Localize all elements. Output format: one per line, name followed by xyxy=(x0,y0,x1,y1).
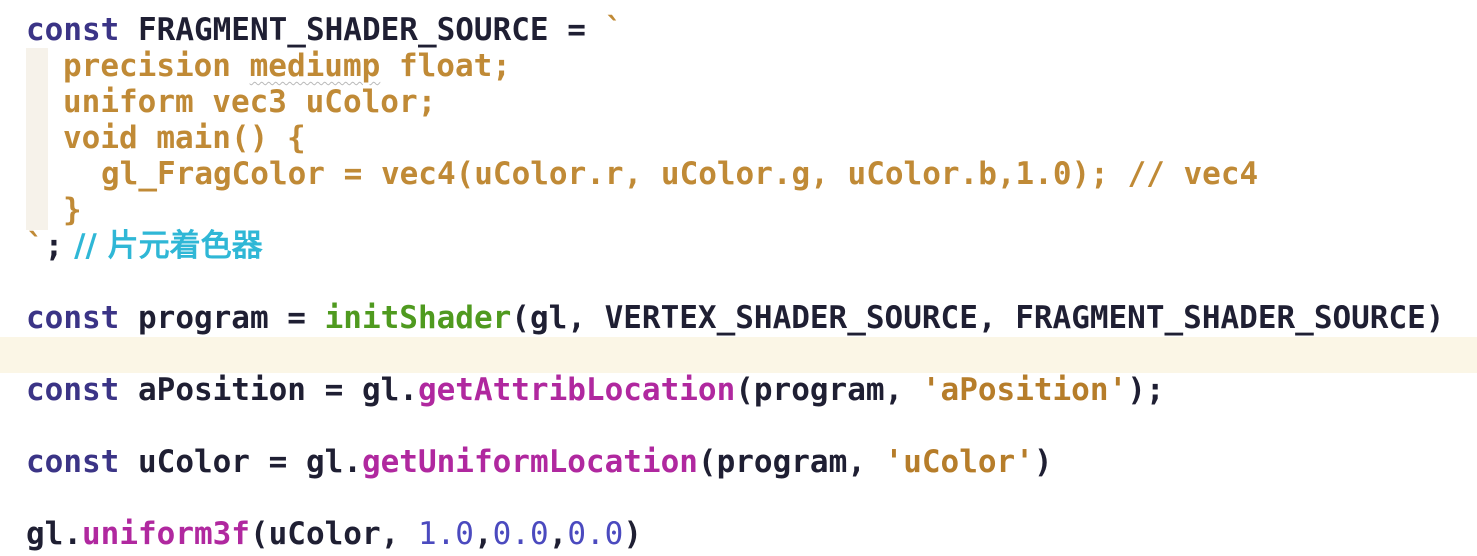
code-line-7[interactable]: `; // 片元着色器 xyxy=(26,228,263,264)
number-literal: 0.0 xyxy=(567,516,624,552)
comma: , xyxy=(548,516,568,552)
template-text: } xyxy=(63,192,82,228)
code-line-5[interactable]: gl_FragColor = vec4(uColor.r, uColor.g, … xyxy=(101,156,1258,192)
code-text: aPosition = gl. xyxy=(119,372,418,408)
method-name: uniform3f xyxy=(82,516,250,552)
template-text: void main() { xyxy=(63,120,306,156)
code-text: (uColor, xyxy=(249,516,418,552)
keyword: const xyxy=(26,372,120,408)
template-text-spellcheck: mediump xyxy=(249,48,381,84)
code-editor[interactable]: const FRAGMENT_SHADER_SOURCE = ` precisi… xyxy=(0,0,1477,556)
code-line-2[interactable]: precision mediump float; xyxy=(63,48,511,84)
code-text: ) xyxy=(1033,444,1053,480)
keyword: const xyxy=(26,444,120,480)
method-name: getAttribLocation xyxy=(417,372,736,408)
code-line-3[interactable]: uniform vec3 uColor; xyxy=(63,84,436,120)
current-line-highlight xyxy=(0,337,1477,373)
code-line-13[interactable]: const uColor = gl.getUniformLocation(pro… xyxy=(26,444,1053,480)
code-line-9[interactable]: const program = initShader(gl, VERTEX_SH… xyxy=(26,300,1444,336)
string-literal: 'aPosition' xyxy=(921,372,1128,408)
code-text: (gl, VERTEX_SHADER_SOURCE, FRAGMENT_SHAD… xyxy=(511,300,1445,336)
code-line-4[interactable]: void main() { xyxy=(63,120,306,156)
template-text: precision xyxy=(63,48,250,84)
template-text: gl_FragColor = vec4(uColor.r, uColor.g, … xyxy=(101,156,1259,192)
keyword: const xyxy=(26,300,120,336)
code-text: ); xyxy=(1127,372,1165,408)
code-line-6[interactable]: } xyxy=(63,192,82,228)
comma: , xyxy=(473,516,493,552)
code-text: (program, xyxy=(735,372,922,408)
code-text: (program, xyxy=(697,444,885,480)
number-literal: 1.0 xyxy=(417,516,474,552)
code-text: program = xyxy=(119,300,325,336)
code-line-15[interactable]: gl.uniform3f(uColor, 1.0,0.0,0.0) xyxy=(26,516,642,552)
code-text: gl. xyxy=(26,516,82,552)
code-text: FRAGMENT_SHADER_SOURCE = xyxy=(119,12,605,48)
template-text: uniform vec3 uColor; xyxy=(63,84,437,120)
keyword: const xyxy=(26,12,120,48)
code-line-1[interactable]: const FRAGMENT_SHADER_SOURCE = ` xyxy=(26,12,623,48)
comment: // 片元着色器 xyxy=(63,228,263,264)
code-text: ) xyxy=(623,516,642,552)
method-name: getUniformLocation xyxy=(361,444,698,480)
template-tick: ` xyxy=(604,12,624,48)
string-literal: 'uColor' xyxy=(884,444,1034,480)
semicolon: ; xyxy=(44,228,64,264)
code-line-11[interactable]: const aPosition = gl.getAttribLocation(p… xyxy=(26,372,1165,408)
template-text: float; xyxy=(380,48,511,84)
function-name: initShader xyxy=(324,300,512,336)
template-string-indent-guide xyxy=(26,48,48,230)
number-literal: 0.0 xyxy=(492,516,549,552)
code-text: uColor = gl. xyxy=(119,444,362,480)
template-tick: ` xyxy=(26,228,45,264)
